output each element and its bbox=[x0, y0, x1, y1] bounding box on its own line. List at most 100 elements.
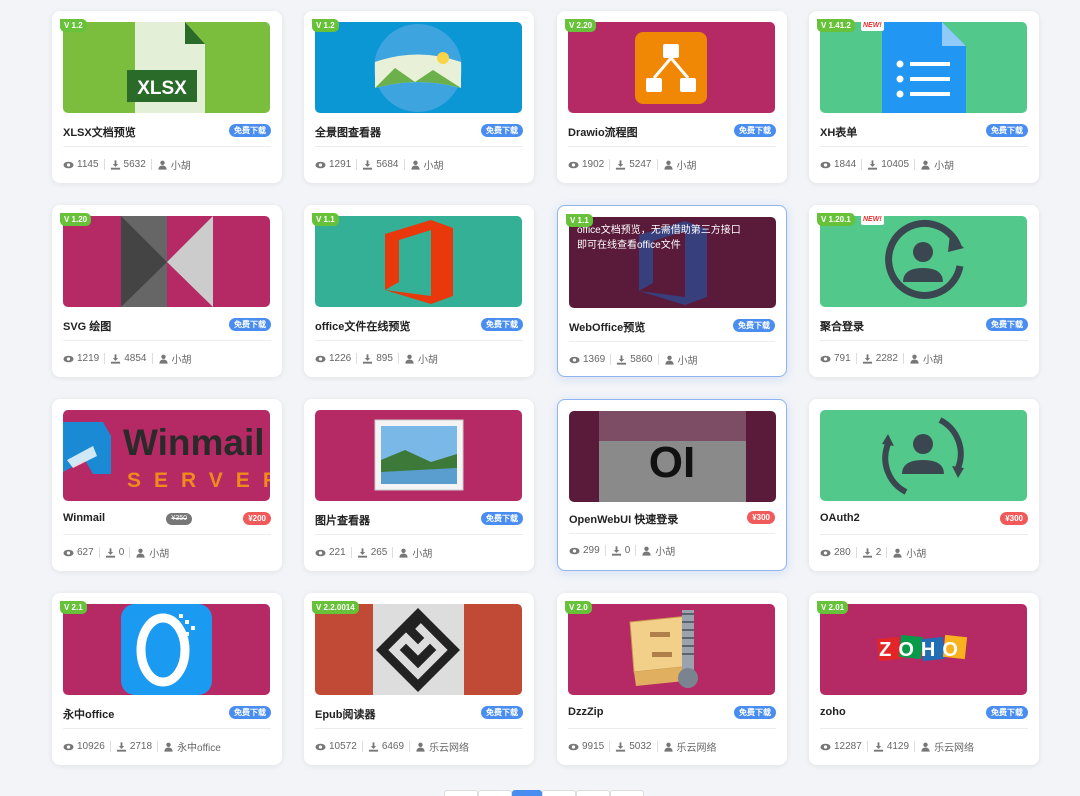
pagination-page-button[interactable] bbox=[542, 790, 576, 796]
free-download-badge[interactable]: 免费下载 bbox=[734, 124, 776, 137]
app-thumbnail[interactable] bbox=[820, 22, 1027, 113]
free-download-badge[interactable]: 免费下载 bbox=[734, 706, 776, 719]
app-card[interactable]: V 2.01 ZOHO zoho 免费下载 12287 4129 乐云网络 bbox=[809, 593, 1039, 765]
drawio-icon bbox=[635, 32, 707, 104]
view-count: 1369 bbox=[583, 354, 606, 365]
download-icon bbox=[611, 545, 621, 556]
eye-icon bbox=[63, 355, 74, 362]
app-card[interactable]: V 1.20.1 NEW! 聚合登录 免费下载 791 2282 小胡 bbox=[809, 205, 1039, 377]
author-name[interactable]: 小胡 bbox=[171, 157, 191, 172]
free-download-badge[interactable]: 免费下载 bbox=[986, 124, 1028, 137]
free-download-badge[interactable]: 免费下载 bbox=[481, 124, 523, 137]
app-card[interactable]: V 1.20 SVG 绘图 免费下载 1219 4854 小胡 bbox=[52, 205, 282, 377]
app-title[interactable]: OpenWebUI 快速登录 bbox=[569, 511, 678, 527]
app-card[interactable]: V 1.1 office文件在线预览 免费下载 1226 895 小胡 bbox=[304, 205, 534, 377]
author-name[interactable]: 乐云网络 bbox=[934, 739, 974, 754]
free-download-badge[interactable]: 免费下载 bbox=[481, 706, 523, 719]
app-title[interactable]: OAuth2 bbox=[820, 512, 860, 524]
download-icon bbox=[873, 741, 883, 752]
app-thumbnail[interactable]: OI bbox=[569, 411, 776, 502]
app-card[interactable]: OI OpenWebUI 快速登录 ¥300 299 0 小胡 bbox=[557, 399, 787, 571]
app-card[interactable]: Winmail SERVER Winmail ¥350 ¥200 627 0 小… bbox=[52, 399, 282, 571]
divider bbox=[569, 533, 775, 534]
app-title[interactable]: SVG 绘图 bbox=[63, 318, 111, 334]
free-download-badge[interactable]: 免费下载 bbox=[229, 124, 271, 137]
app-card[interactable]: OAuth2 ¥300 280 2 小胡 bbox=[809, 399, 1039, 571]
app-thumbnail[interactable] bbox=[63, 604, 270, 695]
author-name[interactable]: 小胡 bbox=[412, 545, 432, 560]
app-thumbnail[interactable] bbox=[568, 604, 775, 695]
free-download-badge[interactable]: 免费下载 bbox=[229, 318, 271, 331]
app-title[interactable]: zoho bbox=[820, 706, 846, 718]
download-icon bbox=[616, 741, 626, 752]
author-name[interactable]: 小胡 bbox=[677, 157, 697, 172]
pagination-current-page[interactable] bbox=[512, 790, 542, 796]
author-name[interactable]: 小胡 bbox=[424, 157, 444, 172]
app-thumbnail[interactable]: ZOHO bbox=[820, 604, 1027, 695]
app-card[interactable]: 图片查看器 免费下载 221 265 小胡 bbox=[304, 399, 534, 571]
app-card[interactable]: V 2.20 Drawio流程图 免费下载 1902 5247 小胡 bbox=[557, 11, 787, 183]
price-badge[interactable]: ¥200 bbox=[243, 512, 271, 525]
app-thumbnail[interactable] bbox=[820, 216, 1027, 307]
app-thumbnail[interactable]: XLSX bbox=[63, 22, 270, 113]
app-thumbnail[interactable] bbox=[63, 216, 270, 307]
author-name[interactable]: 小胡 bbox=[923, 351, 943, 366]
free-download-badge[interactable]: 免费下载 bbox=[481, 318, 523, 331]
app-card[interactable]: V 2.2.0014 Epub阅读器 免费下载 10572 6469 乐云网络 bbox=[304, 593, 534, 765]
price-badge[interactable]: ¥300 bbox=[1000, 512, 1028, 525]
app-title[interactable]: XLSX文档预览 bbox=[63, 124, 136, 140]
app-thumbnail[interactable] bbox=[315, 410, 522, 501]
app-card[interactable]: V 2.0 DzzZip 免费下载 9915 5032 乐云网络 bbox=[557, 593, 787, 765]
app-title[interactable]: 永中office bbox=[63, 706, 114, 722]
price-badge[interactable]: ¥300 bbox=[747, 511, 775, 524]
author-name[interactable]: 小胡 bbox=[934, 157, 954, 172]
app-thumbnail[interactable]: office文档预览，无需借助第三方接口即可在线查看office文件 bbox=[569, 217, 776, 308]
author-name[interactable]: 小胡 bbox=[149, 545, 169, 560]
author-name[interactable]: 小胡 bbox=[906, 545, 926, 560]
free-download-badge[interactable]: 免费下载 bbox=[986, 318, 1028, 331]
app-title[interactable]: 聚合登录 bbox=[820, 318, 864, 334]
download-icon bbox=[357, 547, 367, 558]
app-thumbnail[interactable] bbox=[315, 604, 522, 695]
author-name[interactable]: 乐云网络 bbox=[429, 739, 469, 754]
author-name[interactable]: 小胡 bbox=[418, 351, 438, 366]
free-download-badge[interactable]: 免费下载 bbox=[481, 512, 523, 525]
app-title[interactable]: 全景图查看器 bbox=[315, 124, 381, 140]
author-name[interactable]: 小胡 bbox=[678, 352, 698, 367]
author-name[interactable]: 乐云网络 bbox=[677, 739, 717, 754]
app-title[interactable]: Drawio流程图 bbox=[568, 124, 638, 140]
app-thumbnail[interactable] bbox=[315, 216, 522, 307]
pagination-page-button[interactable] bbox=[576, 790, 610, 796]
app-title[interactable]: office文件在线预览 bbox=[315, 318, 410, 334]
author-name[interactable]: 小胡 bbox=[655, 543, 675, 558]
new-badge: NEW! bbox=[861, 215, 884, 225]
app-title[interactable]: Epub阅读器 bbox=[315, 706, 376, 722]
free-download-badge[interactable]: 免费下载 bbox=[733, 319, 775, 332]
author-name[interactable]: 小胡 bbox=[172, 351, 192, 366]
free-download-badge[interactable]: 免费下载 bbox=[229, 706, 271, 719]
app-card[interactable]: V 1.2 XLSX XLSX文档预览 免费下载 1145 5632 小胡 bbox=[52, 11, 282, 183]
app-stats: 10926 2718 永中office bbox=[63, 739, 231, 754]
app-thumbnail[interactable] bbox=[568, 22, 775, 113]
app-card[interactable]: V 2.1 永中office 免费下载 10926 2718 永中office bbox=[52, 593, 282, 765]
version-badge: V 2.1 bbox=[60, 601, 87, 614]
download-count: 6469 bbox=[381, 741, 405, 752]
pagination-page-button[interactable] bbox=[478, 790, 512, 796]
app-title[interactable]: WebOffice预览 bbox=[569, 319, 645, 335]
app-title[interactable]: Winmail bbox=[63, 512, 105, 524]
view-count: 280 bbox=[834, 547, 851, 558]
user-icon bbox=[158, 354, 168, 364]
pagination-prev-button[interactable] bbox=[444, 790, 478, 796]
author-name[interactable]: 永中office bbox=[177, 739, 221, 754]
app-card[interactable]: V 1.1 office文档预览，无需借助第三方接口即可在线查看office文件… bbox=[557, 205, 787, 377]
pagination-next-button[interactable] bbox=[610, 790, 644, 796]
app-title[interactable]: XH表单 bbox=[820, 124, 857, 140]
app-thumbnail[interactable] bbox=[315, 22, 522, 113]
app-card[interactable]: V 1.2 全景图查看器 免费下载 1291 5684 小胡 bbox=[304, 11, 534, 183]
app-card[interactable]: V 1.41.2 NEW! XH表单 免费下载 1844 10405 小胡 bbox=[809, 11, 1039, 183]
free-download-badge[interactable]: 免费下载 bbox=[986, 706, 1028, 719]
app-title[interactable]: 图片查看器 bbox=[315, 512, 370, 528]
app-thumbnail[interactable] bbox=[820, 410, 1027, 501]
app-title[interactable]: DzzZip bbox=[568, 706, 603, 718]
app-thumbnail[interactable]: Winmail SERVER bbox=[63, 410, 270, 501]
